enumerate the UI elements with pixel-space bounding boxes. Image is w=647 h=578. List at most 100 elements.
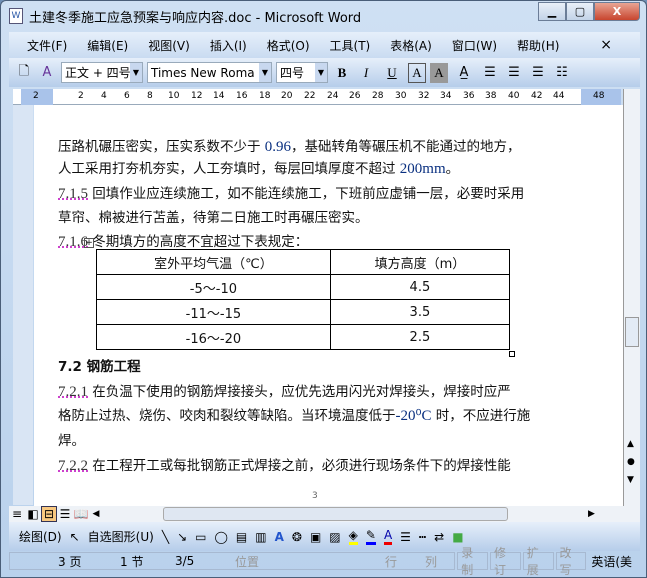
- status-col: 列: [425, 554, 438, 569]
- style-select[interactable]: 正文 + 四号 ▼: [61, 62, 143, 83]
- paragraph-line: 7.2.2 在工程开工或每批钢筋正式焊接之前，必须进行现场条件下的焊接性能: [58, 458, 511, 474]
- select-objects-icon[interactable]: ↖: [70, 530, 80, 544]
- web-view-icon[interactable]: ◧: [25, 507, 41, 521]
- next-page-icon[interactable]: ▼: [627, 475, 634, 485]
- status-track-changes[interactable]: 修订: [489, 546, 521, 577]
- ruler-tick: 24: [327, 91, 339, 101]
- menu-insert[interactable]: 插入(I): [210, 37, 247, 54]
- horizontal-scroll-thumb[interactable]: [163, 507, 508, 521]
- status-overwrite[interactable]: 改写: [555, 546, 587, 577]
- font-size-value: 四号: [280, 66, 305, 80]
- browse-object-icon[interactable]: ●: [627, 457, 635, 467]
- line-icon[interactable]: ╲: [162, 530, 169, 544]
- chevron-down-icon: ▼: [315, 63, 327, 82]
- status-extend[interactable]: 扩展: [522, 546, 554, 577]
- line-style-icon[interactable]: ☰: [400, 530, 411, 544]
- menu-format[interactable]: 格式(O): [267, 37, 310, 54]
- prev-page-icon[interactable]: ▲: [627, 439, 634, 449]
- word-window: W 土建冬季施工应急预案与响应内容.doc - Microsoft Word ▁…: [0, 0, 647, 578]
- document-page[interactable]: 压路机碾压密实，压实系数不少于 0.96，基础转角等碾压机不能通过的地方， 人工…: [34, 105, 623, 506]
- menu-window[interactable]: 窗口(W): [452, 37, 497, 54]
- distributed-icon[interactable]: ☷: [552, 63, 572, 83]
- horizontal-ruler[interactable]: 2 2 4 6 8 10 12 14 16 18 20 22 24 26 28 …: [13, 89, 621, 105]
- vertical-textbox-icon[interactable]: ▥: [255, 530, 266, 544]
- wordart-icon[interactable]: A: [275, 530, 284, 544]
- menu-help[interactable]: 帮助(H): [517, 37, 559, 54]
- autoshapes-button[interactable]: 自选图形(U): [88, 528, 154, 545]
- paragraph-line: 7.1.5 回填作业应连续施工，如不能连续施工，下班前应虚铺一层，必要时采用: [58, 186, 525, 202]
- char-scaling-icon[interactable]: A̲: [452, 63, 476, 83]
- rectangle-icon[interactable]: ▭: [195, 530, 206, 544]
- status-language[interactable]: 英语(美: [588, 552, 638, 570]
- normal-view-icon[interactable]: ≡: [9, 507, 25, 521]
- outline-view-icon[interactable]: ☰: [57, 507, 73, 521]
- ruler-tick: 4: [101, 91, 107, 101]
- line-color-icon[interactable]: ✎: [365, 528, 376, 545]
- table-cell: 4.5: [329, 274, 511, 300]
- char-border-button[interactable]: A: [408, 62, 426, 83]
- scroll-thumb[interactable]: [625, 317, 639, 347]
- arrow-style-icon[interactable]: ⇄: [434, 530, 444, 544]
- ruler-tick: 32: [418, 91, 430, 101]
- new-document-icon[interactable]: 🗋: [15, 63, 33, 83]
- bold-button[interactable]: B: [332, 63, 352, 83]
- diagram-icon[interactable]: ❂: [292, 530, 302, 544]
- ruler-tick: 14: [213, 91, 225, 101]
- ruler-tick: 2: [33, 91, 39, 101]
- fill-color-icon[interactable]: ◈: [348, 528, 358, 545]
- status-record[interactable]: 录制: [457, 546, 488, 577]
- maximize-button[interactable]: ▢: [566, 2, 594, 21]
- table-row: -16～-20 2.5: [96, 324, 511, 350]
- italic-button[interactable]: I: [356, 63, 376, 83]
- ruler-tick: 34: [440, 91, 452, 101]
- status-pages: 3/5: [175, 554, 195, 568]
- minimize-button[interactable]: ▁: [538, 2, 566, 21]
- close-button[interactable]: X: [594, 2, 640, 21]
- table-cell: -16～-20: [96, 324, 331, 350]
- ruler-tick: 18: [259, 91, 271, 101]
- status-line: 行: [385, 554, 398, 569]
- underline-button[interactable]: U: [380, 63, 404, 83]
- menu-edit[interactable]: 编辑(E): [87, 37, 128, 54]
- picture-icon[interactable]: ▨: [329, 530, 340, 544]
- menu-file[interactable]: 文件(F): [27, 37, 67, 54]
- status-position: 位置: [235, 554, 260, 569]
- dash-style-icon[interactable]: ┅: [419, 530, 426, 544]
- ruler-tick: 30: [395, 91, 407, 101]
- menu-tools[interactable]: 工具(T): [330, 37, 371, 54]
- ruler-tick: 44: [553, 91, 565, 101]
- textbox-icon[interactable]: ▤: [236, 530, 247, 544]
- font-color-icon[interactable]: A: [383, 528, 393, 545]
- menu-bar: 文件(F) 编辑(E) 视图(V) 插入(I) 格式(O) 工具(T) 表格(A…: [9, 32, 640, 58]
- vertical-ruler: [13, 105, 33, 505]
- scroll-right-icon[interactable]: ▶: [588, 509, 595, 519]
- styles-icon[interactable]: A: [37, 63, 57, 83]
- draw-menu-button[interactable]: 绘图(D): [19, 528, 62, 545]
- formatting-toolbar: 🗋 A 正文 + 四号 ▼ Times New Roma ▼ 四号 ▼ B I U A…: [9, 58, 640, 87]
- menu-table[interactable]: 表格(A): [390, 37, 432, 54]
- oval-icon[interactable]: ◯: [214, 530, 227, 544]
- ruler-tick: 36: [463, 91, 475, 101]
- font-select[interactable]: Times New Roma ▼: [147, 62, 272, 83]
- table-resize-handle[interactable]: [509, 351, 515, 357]
- print-view-icon[interactable]: ⊟: [41, 506, 57, 522]
- vertical-scrollbar[interactable]: ▲ ● ▼: [623, 89, 640, 506]
- status-bar: 3 页 1 节 3/5 位置 行 列 录制 修订 扩展 改写 英语(美: [9, 546, 640, 577]
- table-move-handle-icon[interactable]: +: [84, 238, 94, 248]
- char-shading-button[interactable]: A: [430, 62, 448, 83]
- align-right-icon[interactable]: ☰: [528, 63, 548, 83]
- close-document-button[interactable]: ×: [600, 37, 612, 53]
- shadow-icon[interactable]: ■: [452, 530, 463, 544]
- horizontal-scrollbar-area: ≡ ◧ ⊟ ☰ 📖 ◀ ▶: [9, 506, 640, 522]
- scroll-left-icon[interactable]: ◀: [89, 509, 103, 519]
- menu-view[interactable]: 视图(V): [148, 37, 190, 54]
- arrow-icon[interactable]: ↘: [177, 530, 187, 544]
- reading-view-icon[interactable]: 📖: [73, 507, 89, 521]
- ruler-tick: 42: [531, 91, 543, 101]
- justify-icon[interactable]: ☰: [480, 63, 500, 83]
- font-size-select[interactable]: 四号 ▼: [276, 62, 328, 83]
- align-center-icon[interactable]: ☰: [504, 63, 524, 83]
- clipart-icon[interactable]: ▣: [310, 530, 321, 544]
- table-cell: -11～-15: [96, 299, 331, 325]
- ruler-tick: 48: [593, 91, 605, 101]
